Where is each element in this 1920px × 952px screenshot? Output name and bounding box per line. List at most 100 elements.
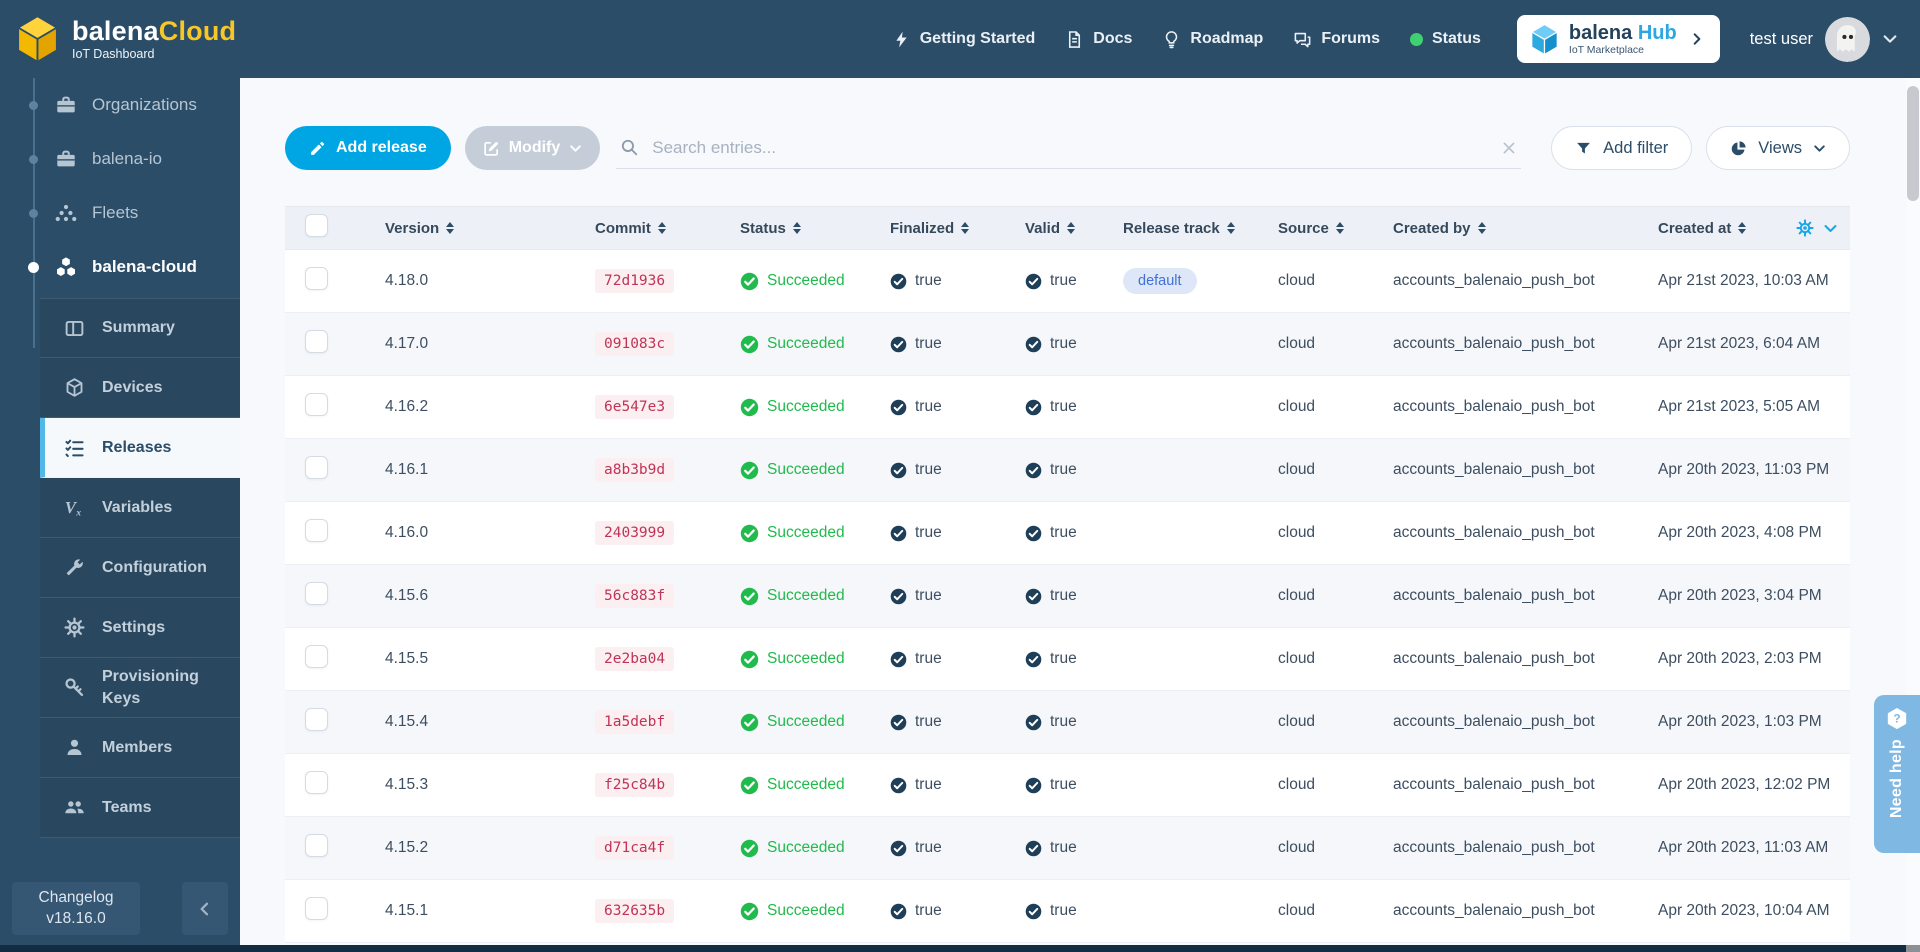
commit-hash[interactable]: 56c883f (595, 584, 674, 608)
navbar-link-label: Roadmap (1190, 30, 1263, 48)
column-header-finalized[interactable]: Finalized (870, 220, 1005, 237)
column-header-version[interactable]: Version (365, 220, 575, 237)
balena-hub-button[interactable]: balena Hub IoT Marketplace (1517, 15, 1720, 63)
row-checkbox[interactable] (305, 708, 328, 731)
commit-hash[interactable]: 632635b (595, 899, 674, 923)
table-row[interactable]: 4.15.2d71ca4fSucceededtruetruecloudaccou… (285, 817, 1850, 880)
created-at-cell: Apr 21st 2023, 5:05 AM (1638, 398, 1850, 416)
commit-hash[interactable]: a8b3b9d (595, 458, 674, 482)
table-row[interactable]: 4.16.1a8b3b9dSucceededtruetruecloudaccou… (285, 439, 1850, 502)
sidebar-item-variables[interactable]: VxVariables (40, 478, 240, 538)
row-checkbox[interactable] (305, 267, 328, 290)
sidebar-collapse-button[interactable] (182, 882, 228, 935)
commit-cell: 1a5debf (575, 710, 720, 734)
search-input[interactable] (652, 138, 1501, 158)
commit-hash[interactable]: 091083c (595, 332, 674, 356)
version-cell: 4.15.5 (365, 650, 575, 668)
columns-chevron-icon[interactable] (1823, 221, 1838, 236)
select-all-checkbox[interactable] (305, 214, 328, 237)
sidebar-item-members[interactable]: Members (40, 718, 240, 778)
sidebar-item-teams[interactable]: Teams (40, 778, 240, 838)
source-cell: cloud (1258, 713, 1373, 731)
sidebar-tree-fleets[interactable]: Fleets (0, 186, 240, 240)
column-header-source[interactable]: Source (1258, 220, 1373, 237)
source-cell: cloud (1258, 524, 1373, 542)
clear-search-icon[interactable] (1501, 140, 1517, 156)
commit-hash[interactable]: 6e547e3 (595, 395, 674, 419)
row-checkbox[interactable] (305, 519, 328, 542)
row-checkbox[interactable] (305, 582, 328, 605)
column-header-created-by[interactable]: Created by (1373, 220, 1638, 237)
table-row[interactable]: 4.15.41a5debfSucceededtruetruecloudaccou… (285, 691, 1850, 754)
commit-hash[interactable]: f25c84b (595, 773, 674, 797)
modify-button[interactable]: Modify (465, 126, 601, 170)
row-select-cell (285, 897, 365, 925)
navbar-link-status[interactable]: Status (1410, 30, 1481, 48)
column-settings-gear-icon[interactable] (1796, 219, 1814, 237)
commit-hash[interactable]: 2403999 (595, 521, 674, 545)
column-header-commit[interactable]: Commit (575, 220, 720, 237)
row-checkbox[interactable] (305, 456, 328, 479)
row-checkbox[interactable] (305, 330, 328, 353)
row-checkbox[interactable] (305, 645, 328, 668)
column-header-status[interactable]: Status (720, 220, 870, 237)
need-help-tab[interactable]: ? Need help (1874, 695, 1920, 853)
created-at-value: Apr 20th 2023, 2:03 PM (1658, 650, 1822, 668)
table-row[interactable]: 4.15.3f25c84bSucceededtruetruecloudaccou… (285, 754, 1850, 817)
table-row[interactable]: 4.15.52e2ba04Succeededtruetruecloudaccou… (285, 628, 1850, 691)
table-row[interactable]: 4.16.26e547e3Succeededtruetruecloudaccou… (285, 376, 1850, 439)
add-filter-button[interactable]: Add filter (1551, 126, 1692, 170)
column-header-release-track[interactable]: Release track (1103, 220, 1258, 237)
sidebar-item-configuration[interactable]: Configuration (40, 538, 240, 598)
chevron-right-icon (1690, 32, 1704, 46)
main-content: Add release Modify Add filter (240, 78, 1920, 945)
table-row[interactable]: 4.16.02403999Succeededtruetruecloudaccou… (285, 502, 1850, 565)
commit-hash[interactable]: d71ca4f (595, 836, 674, 860)
version-value: 4.15.4 (385, 713, 428, 731)
row-checkbox[interactable] (305, 771, 328, 794)
created-by-cell: accounts_balenaio_push_bot (1373, 524, 1638, 542)
sidebar-item-releases[interactable]: Releases (40, 418, 240, 478)
row-checkbox[interactable] (305, 834, 328, 857)
views-button[interactable]: Views (1706, 126, 1850, 170)
table-row[interactable]: 4.15.1632635bSucceededtruetruecloudaccou… (285, 880, 1850, 943)
navbar-link-roadmap[interactable]: Roadmap (1162, 30, 1263, 49)
table-row[interactable]: 4.15.656c883fSucceededtruetruecloudaccou… (285, 565, 1850, 628)
user-menu[interactable]: test user (1750, 17, 1898, 62)
changelog-button[interactable]: Changelog v18.16.0 (12, 882, 140, 935)
commit-hash[interactable]: 1a5debf (595, 710, 674, 734)
source-value: cloud (1278, 272, 1315, 290)
balena-cube-icon (14, 14, 61, 64)
navbar-link-forums[interactable]: Forums (1293, 30, 1380, 49)
changelog-version: v18.16.0 (12, 909, 140, 929)
sort-icon (1227, 222, 1235, 235)
sidebar-item-devices[interactable]: Devices (40, 358, 240, 418)
sidebar-tree-balena-cloud[interactable]: balena-cloud (0, 240, 240, 294)
navbar-link-getting-started[interactable]: Getting Started (892, 30, 1036, 49)
sidebar-item-provisioning-keys[interactable]: Provisioning Keys (40, 658, 240, 718)
commit-cell: f25c84b (575, 773, 720, 797)
brand-logo[interactable]: balenaCloud IoT Dashboard (0, 14, 236, 64)
navbar-link-docs[interactable]: Docs (1065, 30, 1132, 49)
sidebar-tree-balena-io[interactable]: balena-io (0, 132, 240, 186)
commit-hash[interactable]: 72d1936 (595, 269, 674, 293)
row-checkbox[interactable] (305, 393, 328, 416)
row-checkbox[interactable] (305, 897, 328, 920)
sidebar-item-settings[interactable]: Settings (40, 598, 240, 658)
sidebar-tree-organizations[interactable]: Organizations (0, 78, 240, 132)
column-header-created-at[interactable]: Created at (1638, 219, 1850, 237)
source-value: cloud (1278, 713, 1315, 731)
add-release-button[interactable]: Add release (285, 126, 451, 170)
version-cell: 4.16.2 (365, 398, 575, 416)
column-header-valid[interactable]: Valid (1005, 220, 1103, 237)
scrollbar-corner (1906, 945, 1920, 952)
scrollbar-thumb[interactable] (1907, 86, 1919, 201)
sort-icon (1478, 222, 1486, 235)
table-row[interactable]: 4.17.0091083cSucceededtruetruecloudaccou… (285, 313, 1850, 376)
created-at-cell: Apr 20th 2023, 4:08 PM (1638, 524, 1850, 542)
sidebar-item-summary[interactable]: Summary (40, 298, 240, 358)
commit-hash[interactable]: 2e2ba04 (595, 647, 674, 671)
created-at-cell: Apr 20th 2023, 2:03 PM (1638, 650, 1850, 668)
table-row[interactable]: 4.18.072d1936Succeededtruetruedefaultclo… (285, 250, 1850, 313)
navbar-link-label: Status (1432, 30, 1481, 48)
